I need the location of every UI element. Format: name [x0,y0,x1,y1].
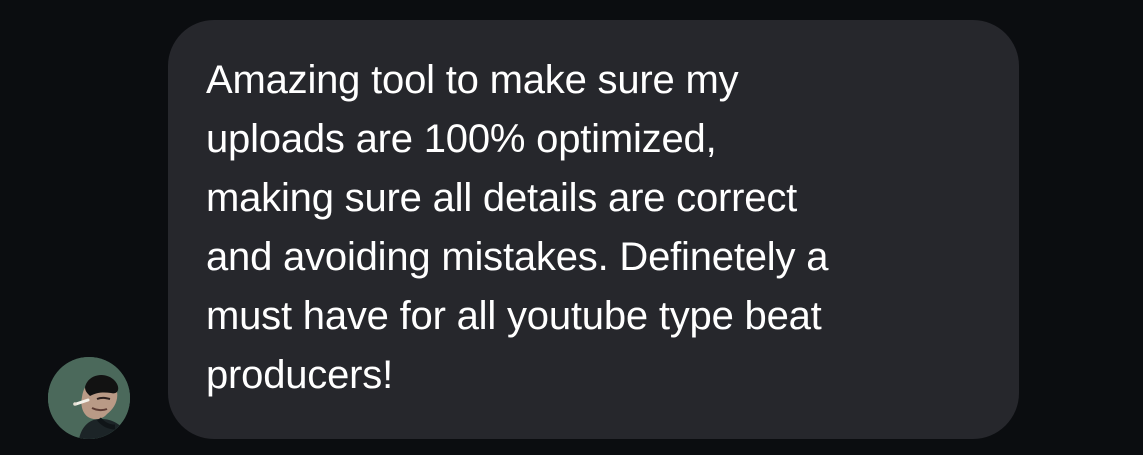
chat-screen: Amazing tool to make sure my uploads are… [0,0,1143,455]
profile-photo-avatar-icon [48,357,130,439]
message-bubble[interactable]: Amazing tool to make sure my uploads are… [168,20,1019,439]
sender-avatar[interactable] [48,357,130,439]
message-text: Amazing tool to make sure my uploads are… [206,58,829,397]
